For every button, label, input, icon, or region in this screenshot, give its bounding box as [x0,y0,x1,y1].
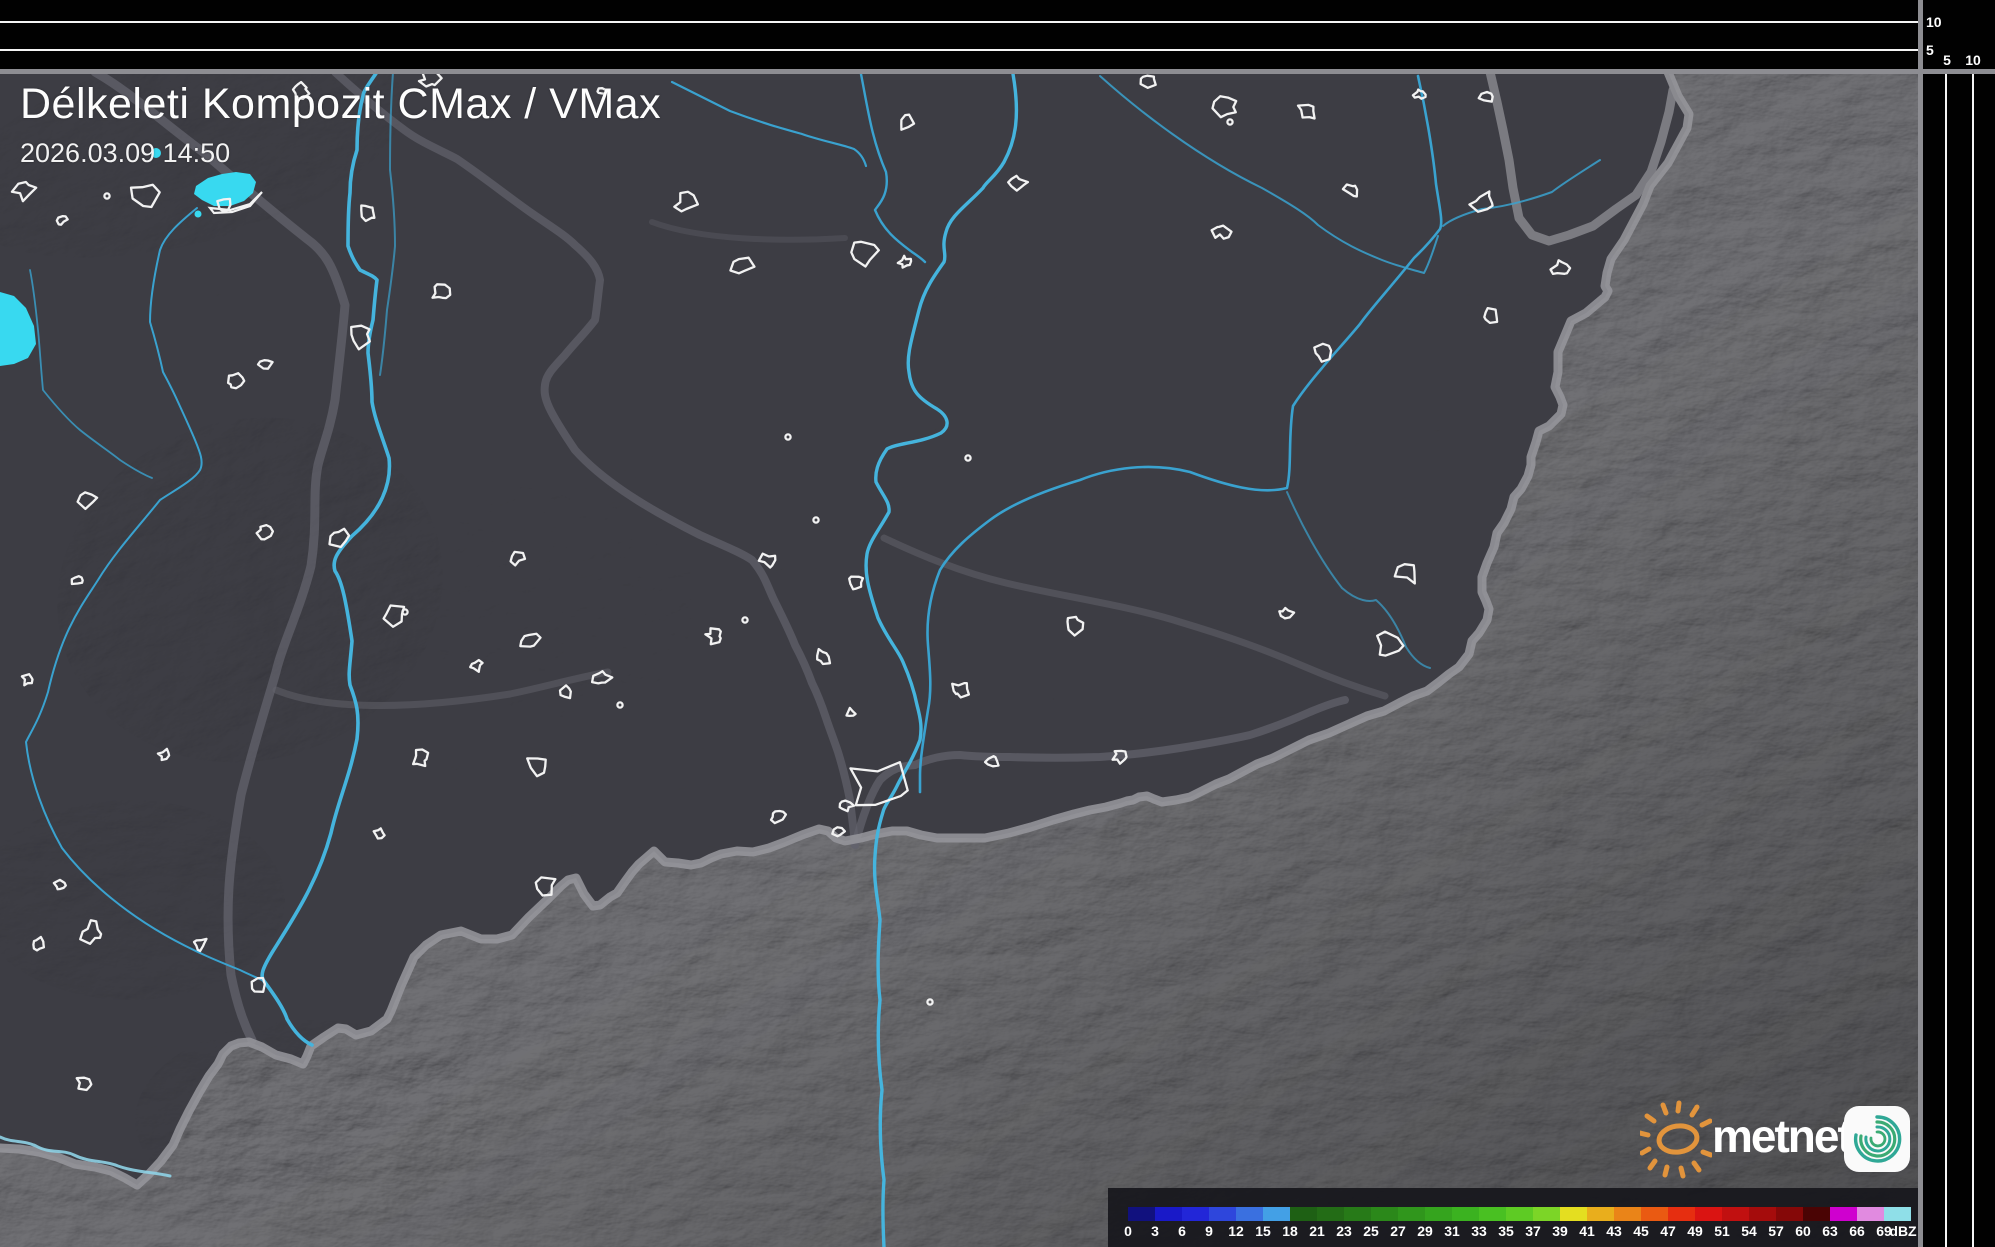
colorbar-tick: 21 [1309,1223,1325,1239]
right-axis-label-10: 10 [1962,52,1984,68]
colorbar-cells [1128,1207,1911,1221]
colorbar-cell [1290,1207,1317,1221]
colorbar-tick: 15 [1255,1223,1271,1239]
metnet-logo[interactable]: metnet [1640,1095,1920,1183]
colorbar-cell [1317,1207,1344,1221]
colorbar-tick: 6 [1178,1223,1186,1239]
colorbar-cell [1749,1207,1776,1221]
colorbar-tick: 29 [1417,1223,1433,1239]
colorbar-cell [1263,1207,1290,1221]
colorbar-cell [1803,1207,1830,1221]
colorbar-cell [1128,1207,1155,1221]
colorbar-tick: 9 [1205,1223,1213,1239]
colorbar-tick: 63 [1822,1223,1838,1239]
colorbar-cell [1884,1207,1911,1221]
logo-text: metnet [1712,1109,1851,1163]
colorbar-cell [1641,1207,1668,1221]
colorbar-tick: 43 [1606,1223,1622,1239]
top-axis-label-5: 5 [1926,42,1934,58]
colorbar-cell [1371,1207,1398,1221]
panel-divider-vertical [1918,0,1923,1247]
colorbar-tick: 47 [1660,1223,1676,1239]
colorbar-cell [1587,1207,1614,1221]
colorbar-tick: 0 [1124,1223,1132,1239]
colorbar-tick: 35 [1498,1223,1514,1239]
colorbar-cell [1560,1207,1587,1221]
colorbar-tick: 41 [1579,1223,1595,1239]
sun-icon [1640,1095,1712,1183]
colorbar-cell [1506,1207,1533,1221]
colorbar-tick: 45 [1633,1223,1649,1239]
colorbar-tick: 33 [1471,1223,1487,1239]
colorbar-unit: dBZ [1889,1223,1916,1239]
colorbar-cell [1857,1207,1884,1221]
profile-gridline-5km-v [1945,74,1947,1247]
colorbar-cell [1533,1207,1560,1221]
dbz-colorbar: 0 3 6 9 12 15 18 21 23 25 27 29 31 33 35 37 39 41 43 45 47 49… [1108,1188,1918,1247]
colorbar-tick: 60 [1795,1223,1811,1239]
colorbar-tick: 3 [1151,1223,1159,1239]
colorbar-cell [1695,1207,1722,1221]
colorbar-tick: 37 [1525,1223,1541,1239]
right-axis-label-5: 5 [1939,52,1955,68]
profile-gridline-10km-v [1972,74,1974,1247]
top-axis-label-10: 10 [1926,14,1942,30]
colorbar-tick: 57 [1768,1223,1784,1239]
colorbar-cell [1425,1207,1452,1221]
hillshade-texture [0,72,1920,1247]
colorbar-tick: 27 [1390,1223,1406,1239]
colorbar-cell [1182,1207,1209,1221]
colorbar-cell [1344,1207,1371,1221]
colorbar-cell [1668,1207,1695,1221]
colorbar-cell [1209,1207,1236,1221]
profile-gridline-10km [0,21,1918,23]
radar-viewer: 10 5 5 10 Délkeleti Kompozit CMax / VMax… [0,0,1995,1247]
colorbar-cell [1722,1207,1749,1221]
map-canvas [0,72,1920,1247]
colorbar-tick: 54 [1741,1223,1757,1239]
colorbar-cell [1830,1207,1857,1221]
panel-divider-horizontal [0,69,1995,74]
colorbar-tick: 49 [1687,1223,1703,1239]
profile-gridline-5km [0,49,1918,51]
colorbar-tick: 39 [1552,1223,1568,1239]
colorbar-tick: 18 [1282,1223,1298,1239]
spiral-app-icon [1843,1105,1911,1173]
colorbar-tick: 51 [1714,1223,1730,1239]
colorbar-tick: 31 [1444,1223,1460,1239]
colorbar-tick: 66 [1849,1223,1865,1239]
colorbar-cell [1479,1207,1506,1221]
colorbar-cell [1452,1207,1479,1221]
colorbar-cell [1614,1207,1641,1221]
colorbar-tick: 23 [1336,1223,1352,1239]
colorbar-cell [1236,1207,1263,1221]
colorbar-cell [1398,1207,1425,1221]
colorbar-cell [1776,1207,1803,1221]
colorbar-tick: 12 [1228,1223,1244,1239]
colorbar-cell [1155,1207,1182,1221]
top-height-profile-panel [0,0,1918,70]
right-height-profile-panel [1923,0,1995,1247]
colorbar-tick: 25 [1363,1223,1379,1239]
